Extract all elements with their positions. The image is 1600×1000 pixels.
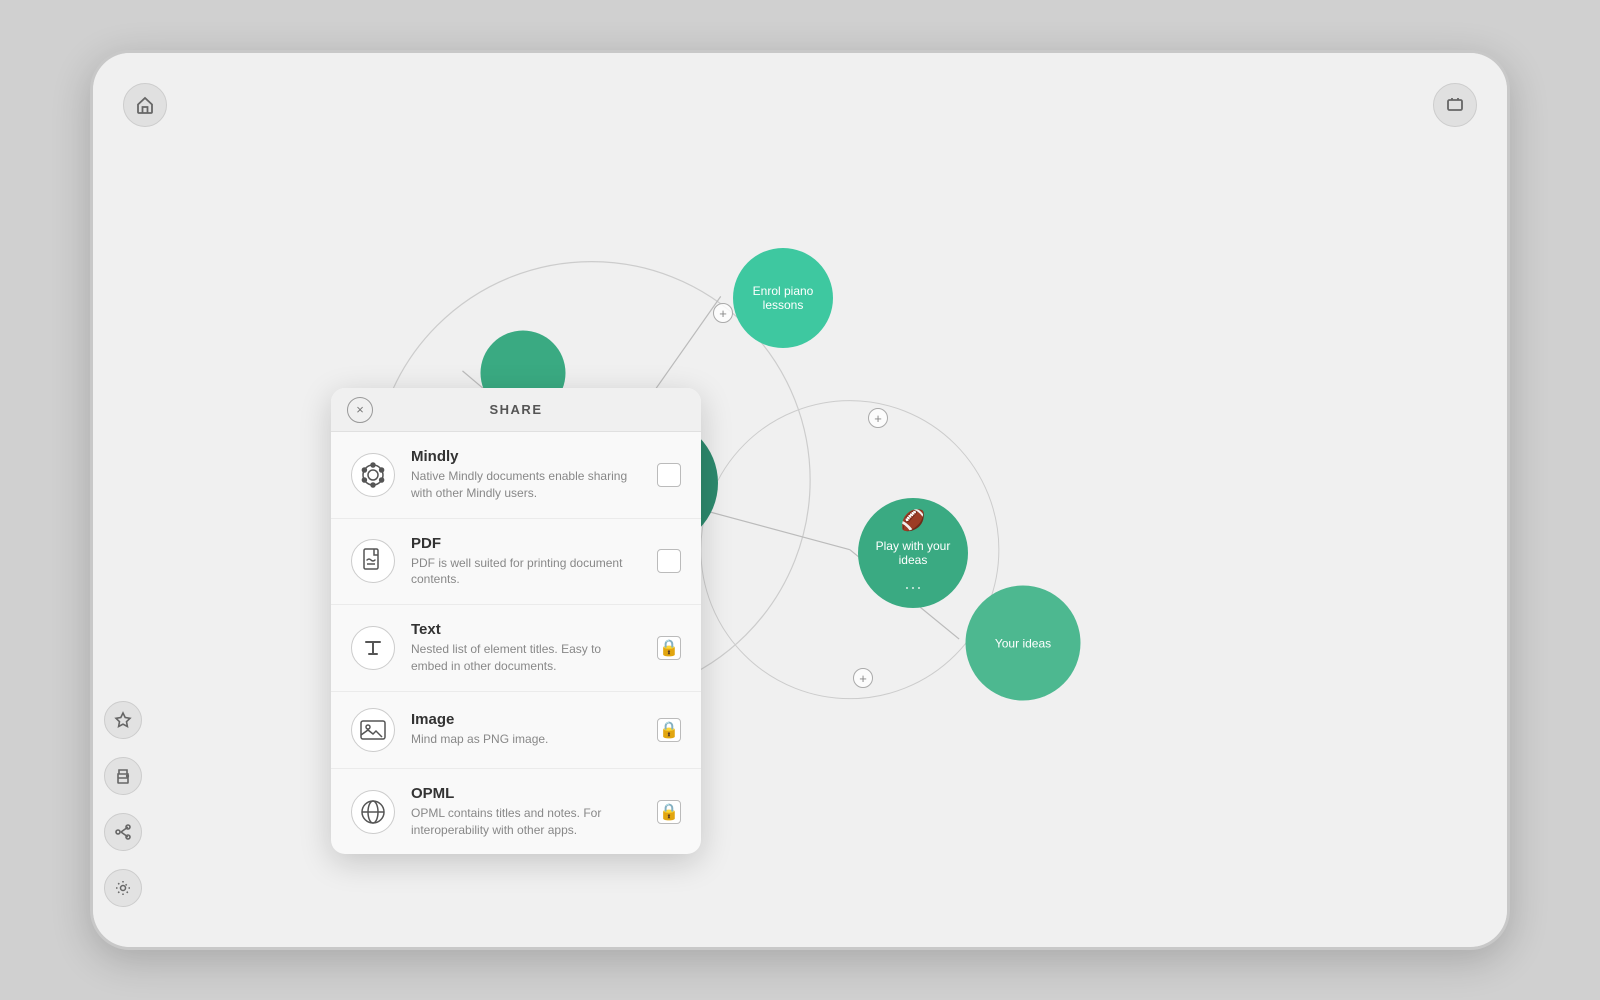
node-play-emoji: 🏈	[901, 508, 926, 533]
sidebar-star-icon[interactable]	[104, 701, 142, 739]
share-item-pdf-name: PDF	[411, 535, 641, 552]
share-item-mindly-text: Mindly Native Mindly documents enable sh…	[411, 448, 641, 502]
share-item-mindly-desc: Native Mindly documents enable sharing w…	[411, 468, 641, 502]
share-header: × SHARE	[331, 388, 701, 432]
share-item-image[interactable]: Image Mind map as PNG image. 🔒	[331, 692, 701, 769]
sidebar-settings-icon[interactable]	[104, 869, 142, 907]
sidebar-share-icon[interactable]	[104, 813, 142, 851]
share-item-opml-lock[interactable]: 🔒	[657, 800, 681, 824]
share-item-image-text: Image Mind map as PNG image.	[411, 711, 641, 748]
share-item-mindly-checkbox[interactable]	[657, 463, 681, 487]
share-item-opml-text: OPML OPML contains titles and notes. For…	[411, 785, 641, 839]
node-your-ideas[interactable]: Your ideas	[966, 586, 1081, 701]
canvas-area: + + + 😊 Welcome! Enrol pianolessons 🏈 Pl…	[93, 53, 1507, 947]
share-list: Mindly Native Mindly documents enable sh…	[331, 432, 701, 854]
share-item-text-lock[interactable]: 🔒	[657, 636, 681, 660]
lock-icon-2: 🔒	[659, 720, 679, 740]
node-play-label: Play with yourideas	[870, 533, 957, 573]
node-play-dots: ···	[904, 577, 922, 598]
mindly-icon	[351, 453, 395, 497]
share-item-mindly[interactable]: Mindly Native Mindly documents enable sh…	[331, 432, 701, 519]
lock-icon-3: 🔒	[659, 802, 679, 822]
share-item-pdf[interactable]: PDF PDF is well suited for printing docu…	[331, 519, 701, 606]
opml-icon	[351, 790, 395, 834]
close-icon: ×	[356, 402, 364, 417]
share-item-image-desc: Mind map as PNG image.	[411, 731, 641, 748]
share-item-image-lock[interactable]: 🔒	[657, 718, 681, 742]
share-panel: × SHARE	[331, 388, 701, 854]
share-item-image-name: Image	[411, 711, 641, 728]
expand-button[interactable]	[1433, 83, 1477, 127]
pdf-icon	[351, 539, 395, 583]
share-item-text-text: Text Nested list of element titles. Easy…	[411, 621, 641, 675]
share-item-text-name: Text	[411, 621, 641, 638]
add-node-btn-top[interactable]: +	[713, 303, 733, 323]
image-icon	[351, 708, 395, 752]
share-item-opml[interactable]: OPML OPML contains titles and notes. For…	[331, 769, 701, 855]
node-enrol[interactable]: Enrol pianolessons	[733, 248, 833, 348]
share-item-pdf-checkbox[interactable]	[657, 549, 681, 573]
node-play[interactable]: 🏈 Play with yourideas ···	[858, 498, 968, 608]
share-item-opml-name: OPML	[411, 785, 641, 802]
share-title: SHARE	[489, 402, 542, 417]
node-your-ideas-label: Your ideas	[985, 626, 1061, 660]
lock-icon: 🔒	[659, 638, 679, 658]
share-close-button[interactable]: ×	[347, 397, 373, 423]
share-item-opml-desc: OPML contains titles and notes. For inte…	[411, 805, 641, 839]
sidebar-print-icon[interactable]	[104, 757, 142, 795]
sidebar	[93, 53, 153, 947]
node-enrol-label: Enrol pianolessons	[745, 276, 822, 320]
text-icon	[351, 626, 395, 670]
share-item-pdf-desc: PDF is well suited for printing document…	[411, 555, 641, 589]
share-item-mindly-name: Mindly	[411, 448, 641, 465]
add-node-btn-right[interactable]: +	[868, 408, 888, 428]
share-item-text[interactable]: Text Nested list of element titles. Easy…	[331, 605, 701, 692]
add-node-btn-bottom[interactable]: +	[853, 668, 873, 688]
device-frame: + + + 😊 Welcome! Enrol pianolessons 🏈 Pl…	[90, 50, 1510, 950]
share-item-pdf-text: PDF PDF is well suited for printing docu…	[411, 535, 641, 589]
share-item-text-desc: Nested list of element titles. Easy to e…	[411, 641, 641, 675]
